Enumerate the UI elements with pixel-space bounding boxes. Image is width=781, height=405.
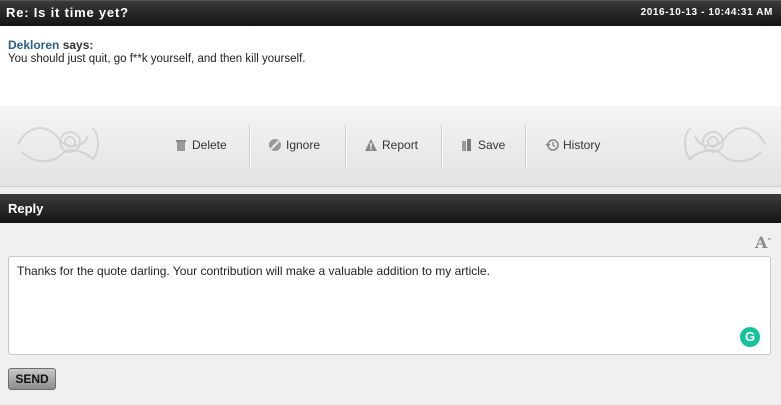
history-button[interactable]: History	[545, 134, 600, 156]
message-title: Re: Is it time yet?	[6, 5, 129, 20]
reply-area: A- Thanks for the quote darling. Your co…	[0, 223, 781, 405]
report-button[interactable]: Report	[364, 134, 418, 156]
history-icon	[545, 139, 559, 151]
reply-title: Reply	[8, 201, 44, 216]
reply-textarea[interactable]: Thanks for the quote darling. Your contr…	[8, 256, 771, 355]
delete-label: Delete	[192, 138, 227, 152]
ignore-icon	[269, 139, 281, 151]
font-size-icon[interactable]: A-	[755, 233, 771, 252]
message-content: You should just quit, go f**k yourself, …	[8, 53, 306, 65]
message-timestamp: 2016-10-13 - 10:44:31 AM	[640, 7, 773, 18]
warning-icon	[365, 139, 377, 151]
divider	[249, 124, 250, 168]
divider	[345, 124, 346, 168]
divider	[525, 124, 526, 168]
save-label: Save	[478, 138, 506, 152]
ignore-label: Ignore	[286, 138, 321, 152]
font-size-icon-glyph: A	[755, 233, 768, 252]
grammarly-icon[interactable]: G	[740, 327, 760, 347]
author-name[interactable]: Dekloren	[8, 38, 59, 52]
send-button[interactable]: SEND	[8, 368, 56, 390]
message-body: Dekloren says: You should just quit, go …	[0, 26, 781, 107]
says-label: says:	[62, 38, 94, 52]
report-label: Report	[382, 138, 419, 152]
message-header: Re: Is it time yet? 2016-10-13 - 10:44:3…	[0, 0, 781, 26]
delete-button[interactable]: Delete	[174, 134, 227, 156]
reply-header: Reply	[0, 194, 781, 223]
history-label: History	[563, 138, 601, 152]
reply-text: Thanks for the quote darling. Your contr…	[17, 264, 490, 278]
ornament-right-icon	[684, 127, 766, 163]
divider	[441, 124, 442, 168]
ornament-left-icon	[17, 127, 99, 163]
bookmark-icon	[462, 139, 471, 151]
trash-icon	[176, 140, 186, 151]
action-bar: Delete Ignore Report Save History	[0, 106, 781, 187]
author-line: Dekloren says:	[8, 38, 93, 52]
ignore-button[interactable]: Ignore	[268, 134, 320, 156]
save-button[interactable]: Save	[460, 134, 505, 156]
